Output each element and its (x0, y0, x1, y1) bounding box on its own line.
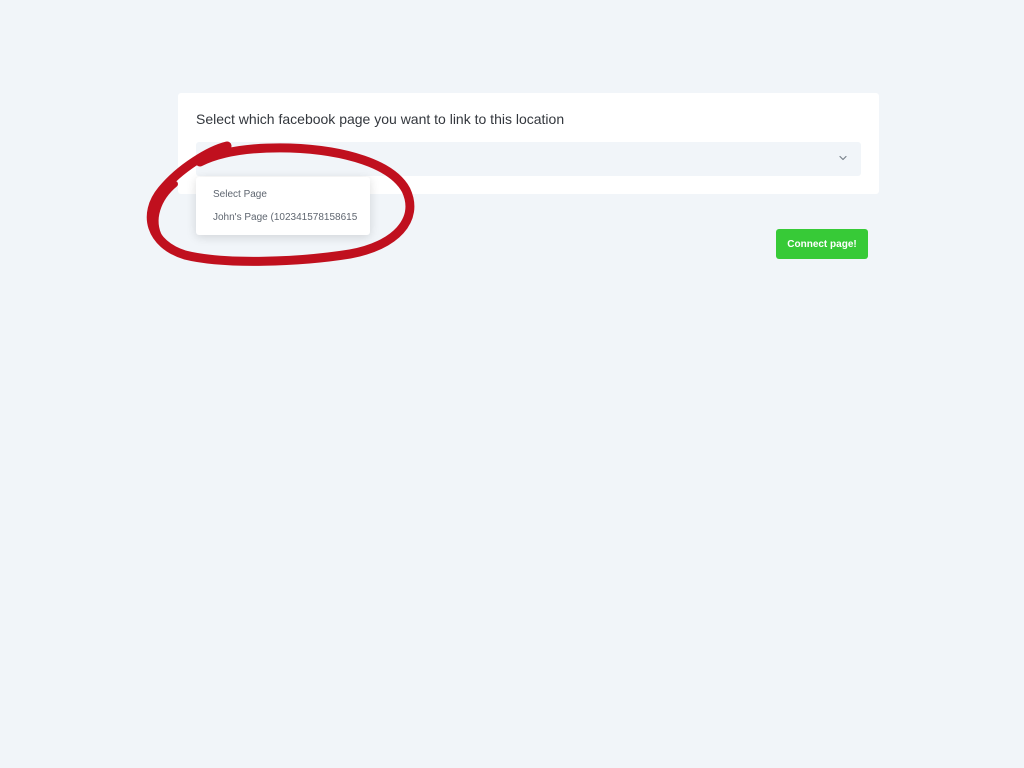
dropdown-option-johns-page[interactable]: John's Page (102341578158615 (213, 212, 357, 223)
chevron-down-icon (839, 155, 847, 161)
page-dropdown-menu: Select Page John's Page (102341578158615 (196, 177, 370, 235)
dropdown-option-select-page[interactable]: Select Page (213, 189, 267, 200)
connect-page-button[interactable]: Connect page! (776, 229, 868, 259)
card-title: Select which facebook page you want to l… (196, 111, 565, 127)
page: Select which facebook page you want to l… (0, 0, 1024, 768)
page-select[interactable] (196, 142, 861, 176)
